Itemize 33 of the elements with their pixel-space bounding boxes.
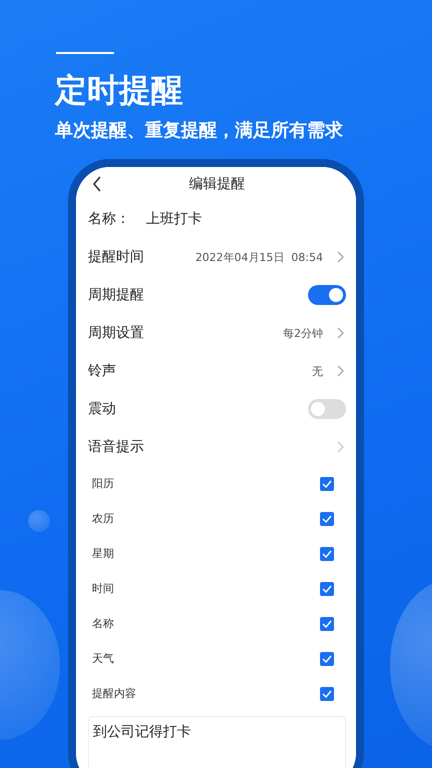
note-field[interactable]: 到公司记得打卡 xyxy=(88,716,346,768)
option-label: 阳历 xyxy=(92,476,114,491)
toggle-switch[interactable] xyxy=(308,285,346,305)
checkbox[interactable] xyxy=(320,582,334,596)
toggle-switch[interactable] xyxy=(308,399,346,419)
checkbox[interactable] xyxy=(320,512,334,526)
option-label: 农历 xyxy=(92,511,114,526)
name-label: 名称： xyxy=(88,210,130,228)
option-label: 星期 xyxy=(92,546,114,561)
option-label: 时间 xyxy=(92,581,114,596)
setting-label: 铃声 xyxy=(88,362,116,380)
option-label: 天气 xyxy=(92,651,114,666)
setting-label: 周期提醒 xyxy=(88,286,144,304)
setting-value[interactable]: 每2分钟 xyxy=(283,326,323,340)
option-label: 名称 xyxy=(92,616,114,631)
setting-label: 提醒时间 xyxy=(88,248,144,266)
checkbox[interactable] xyxy=(320,476,334,490)
subheadline: 单次提醒、重复提醒，满足所有需求 xyxy=(55,119,344,143)
setting-label: 周期设置 xyxy=(88,324,144,342)
option-label: 提醒内容 xyxy=(92,686,136,701)
setting-value[interactable]: 无 xyxy=(312,364,323,378)
name-value: 上班打卡 xyxy=(146,210,202,228)
decorative-bubble xyxy=(28,510,50,532)
checkbox[interactable] xyxy=(320,652,334,666)
headline: 定时提醒 xyxy=(55,70,184,110)
back-icon[interactable] xyxy=(92,176,102,192)
setting-label: 语音提示 xyxy=(88,438,144,456)
screen-title: 编辑提醒 xyxy=(189,175,245,193)
setting-label: 震动 xyxy=(88,400,116,418)
setting-value[interactable]: 2022年04月15日 08:54 xyxy=(195,250,323,264)
checkbox[interactable] xyxy=(320,616,334,630)
checkbox[interactable] xyxy=(320,686,334,700)
checkbox[interactable] xyxy=(320,546,334,560)
